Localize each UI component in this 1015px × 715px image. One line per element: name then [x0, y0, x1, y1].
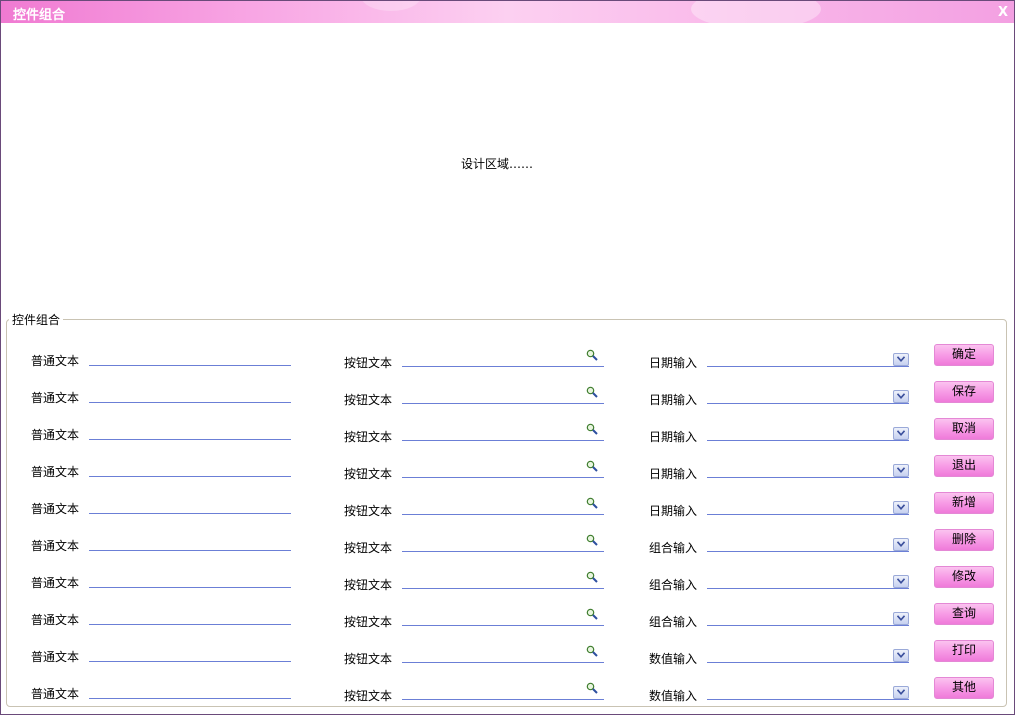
button-field-input[interactable] — [402, 366, 604, 367]
select-field-input[interactable] — [707, 625, 909, 626]
close-button[interactable]: X — [998, 5, 1008, 20]
text-field-label: 普通文本 — [31, 465, 80, 479]
action-button[interactable]: 查询 — [934, 603, 994, 625]
select-field-input[interactable] — [707, 551, 909, 552]
text-field-input[interactable] — [89, 402, 291, 403]
search-icon[interactable] — [586, 423, 598, 435]
text-field-input[interactable] — [89, 624, 291, 625]
button-field-label: 按钮文本 — [344, 467, 393, 481]
button-field-input[interactable] — [402, 588, 604, 589]
select-field-input[interactable] — [707, 366, 909, 367]
text-field-input[interactable] — [89, 698, 291, 699]
chevron-down-icon[interactable] — [893, 501, 909, 514]
search-icon[interactable] — [586, 645, 598, 657]
action-button[interactable]: 退出 — [934, 455, 994, 477]
text-field-label: 普通文本 — [31, 613, 80, 627]
chevron-down-icon[interactable] — [893, 427, 909, 440]
action-button[interactable]: 修改 — [934, 566, 994, 588]
chevron-down-icon[interactable] — [893, 686, 909, 699]
search-icon[interactable] — [586, 534, 598, 546]
select-field-input[interactable] — [707, 440, 909, 441]
select-field-label: 日期输入 — [649, 430, 698, 444]
button-field-input[interactable] — [402, 440, 604, 441]
control-group-legend: 控件组合 — [12, 313, 61, 327]
select-field-input[interactable] — [707, 699, 909, 700]
select-field-label: 日期输入 — [649, 467, 698, 481]
select-field-input[interactable] — [707, 514, 909, 515]
action-button[interactable]: 新增 — [934, 492, 994, 514]
button-field-label: 按钮文本 — [344, 430, 393, 444]
select-field-label: 日期输入 — [649, 504, 698, 518]
text-field-input[interactable] — [89, 550, 291, 551]
button-field-input[interactable] — [402, 625, 604, 626]
button-field-label: 按钮文本 — [344, 393, 393, 407]
action-button[interactable]: 确定 — [934, 344, 994, 366]
select-field-input[interactable] — [707, 477, 909, 478]
title-bar[interactable]: 控件组合 X — [1, 1, 1014, 23]
design-area-text: 设计区域…… — [461, 157, 534, 171]
text-field-input[interactable] — [89, 661, 291, 662]
button-field-label: 按钮文本 — [344, 356, 393, 370]
action-button[interactable]: 打印 — [934, 640, 994, 662]
button-field-input[interactable] — [402, 662, 604, 663]
chevron-down-icon[interactable] — [893, 353, 909, 366]
text-field-input[interactable] — [89, 365, 291, 366]
button-field-input[interactable] — [402, 514, 604, 515]
select-field-label: 组合输入 — [649, 578, 698, 592]
text-field-label: 普通文本 — [31, 354, 80, 368]
search-icon[interactable] — [586, 497, 598, 509]
text-field-label: 普通文本 — [31, 539, 80, 553]
window-title: 控件组合 — [13, 8, 66, 23]
text-field-label: 普通文本 — [31, 687, 80, 701]
select-field-input[interactable] — [707, 662, 909, 663]
title-decoration — [691, 1, 821, 23]
button-field-input[interactable] — [402, 551, 604, 552]
chevron-down-icon[interactable] — [893, 538, 909, 551]
text-field-label: 普通文本 — [31, 428, 80, 442]
text-field-label: 普通文本 — [31, 502, 80, 516]
action-button[interactable]: 取消 — [934, 418, 994, 440]
chevron-down-icon[interactable] — [893, 464, 909, 477]
text-field-label: 普通文本 — [31, 576, 80, 590]
text-field-input[interactable] — [89, 587, 291, 588]
text-field-label: 普通文本 — [31, 650, 80, 664]
search-icon[interactable] — [586, 349, 598, 361]
select-field-label: 日期输入 — [649, 393, 698, 407]
select-field-label: 数值输入 — [649, 652, 698, 666]
button-field-input[interactable] — [402, 477, 604, 478]
select-field-input[interactable] — [707, 588, 909, 589]
search-icon[interactable] — [586, 682, 598, 694]
text-field-label: 普通文本 — [31, 391, 80, 405]
text-field-input[interactable] — [89, 513, 291, 514]
chevron-down-icon[interactable] — [893, 575, 909, 588]
button-field-label: 按钮文本 — [344, 504, 393, 518]
window: 控件组合 X 设计区域…… 控件组合 普通文本 按钮文本 日期输入 确定 普通文本 按钮文… — [0, 0, 1015, 715]
action-button[interactable]: 删除 — [934, 529, 994, 551]
button-field-label: 按钮文本 — [344, 578, 393, 592]
select-field-label: 组合输入 — [649, 541, 698, 555]
action-button[interactable]: 其他 — [934, 677, 994, 699]
select-field-label: 日期输入 — [649, 356, 698, 370]
action-button[interactable]: 保存 — [934, 381, 994, 403]
select-field-input[interactable] — [707, 403, 909, 404]
chevron-down-icon[interactable] — [893, 649, 909, 662]
search-icon[interactable] — [586, 608, 598, 620]
chevron-down-icon[interactable] — [893, 390, 909, 403]
search-icon[interactable] — [586, 386, 598, 398]
chevron-down-icon[interactable] — [893, 612, 909, 625]
select-field-label: 数值输入 — [649, 689, 698, 703]
button-field-label: 按钮文本 — [344, 652, 393, 666]
select-field-label: 组合输入 — [649, 615, 698, 629]
search-icon[interactable] — [586, 571, 598, 583]
text-field-input[interactable] — [89, 476, 291, 477]
search-icon[interactable] — [586, 460, 598, 472]
title-decoration — [361, 1, 421, 11]
control-group: 控件组合 — [6, 311, 1007, 707]
button-field-label: 按钮文本 — [344, 689, 393, 703]
button-field-input[interactable] — [402, 403, 604, 404]
button-field-label: 按钮文本 — [344, 541, 393, 555]
button-field-input[interactable] — [402, 699, 604, 700]
text-field-input[interactable] — [89, 439, 291, 440]
button-field-label: 按钮文本 — [344, 615, 393, 629]
